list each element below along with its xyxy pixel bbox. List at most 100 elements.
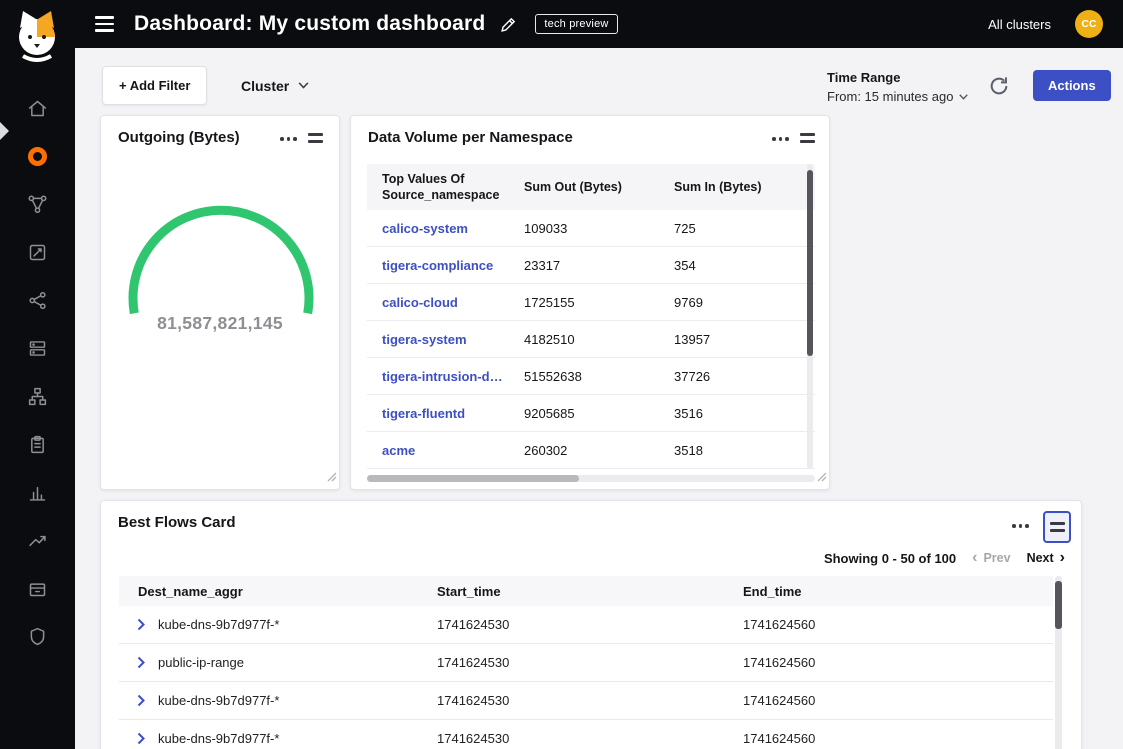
namespace-table: Top Values Of Source_namespace Sum Out (… [367,164,815,469]
column-header: Start_time [437,584,743,599]
app-logo-cat-icon [9,6,65,71]
end-time: 1741624560 [743,693,1053,708]
expand-row-icon[interactable] [137,694,145,707]
table-row: calico-cloud 1725155 9769 [367,284,815,321]
drag-handle-icon[interactable] [800,133,815,143]
sidebar-nav [0,84,75,660]
table-row: acme 260302 3518 [367,432,815,469]
horizontal-scrollbar [367,475,815,482]
sidebar-item-service-graph[interactable] [0,180,75,228]
scrollbar-thumb[interactable] [807,170,813,356]
sidebar-item-dashboards[interactable] [0,132,75,180]
sum-out-value: 109033 [524,221,674,236]
edit-dashboard-icon[interactable] [500,16,517,33]
column-header: Sum In (Bytes) [674,179,815,195]
sidebar-item-policies[interactable] [0,228,75,276]
tech-preview-badge: tech preview [535,14,617,34]
dest-name: kube-dns-9b7d977f-* [158,617,279,632]
drag-handle-icon[interactable] [308,133,323,143]
resize-grip[interactable] [817,469,827,487]
table-row: kube-dns-9b7d977f-* 1741624530 174162456… [119,606,1053,644]
column-header: Top Values Of Source_namespace [382,171,524,204]
namespace-link[interactable]: calico-system [382,221,524,236]
namespace-link[interactable]: calico-cloud [382,295,524,310]
sum-in-value: 13957 [674,332,815,347]
bar-chart-icon [27,482,48,503]
app-root: Dashboard: My custom dashboard tech prev… [0,0,1123,749]
sum-out-value: 4182510 [524,332,674,347]
best-flows-card: Best Flows Card Showing 0 - 50 of 100 ‹ … [100,500,1082,749]
sidebar-item-endpoints[interactable] [0,324,75,372]
next-label: Next [1027,551,1054,565]
next-page-button[interactable]: Next › [1027,550,1065,566]
namespace-link[interactable]: tigera-intrusion-d… [382,369,524,384]
actions-button[interactable]: Actions [1033,70,1111,101]
drag-handle-focused[interactable] [1043,511,1071,543]
sidebar-item-apps[interactable] [0,564,75,612]
scrollbar-thumb[interactable] [367,475,579,482]
cluster-dropdown[interactable]: Cluster [233,66,317,105]
chevron-down-icon [298,82,309,89]
sum-in-value: 3516 [674,406,815,421]
storage-box-icon [27,578,48,599]
data-volume-card: Data Volume per Namespace Top Values Of … [350,115,830,490]
start-time: 1741624530 [437,731,743,746]
sum-out-value: 260302 [524,443,674,458]
avatar[interactable]: CC [1075,10,1103,38]
sum-in-value: 37726 [674,369,815,384]
showing-label: Showing 0 - 50 of 100 [824,551,956,566]
chevron-down-icon [959,94,968,100]
home-icon [27,98,48,119]
refresh-icon[interactable] [988,75,1010,102]
expand-row-icon[interactable] [137,618,145,631]
drag-handle-icon [1050,522,1065,532]
resize-grip[interactable] [327,469,337,487]
card-menu-icon[interactable] [1012,524,1029,528]
shield-icon [27,626,48,647]
sidebar-item-network-sets[interactable] [0,372,75,420]
policies-icon [27,242,48,263]
sidebar [0,0,75,749]
sidebar-item-compliance[interactable] [0,420,75,468]
menu-icon[interactable] [95,16,114,31]
add-filter-button[interactable]: + Add Filter [102,66,207,105]
outgoing-bytes-card: Outgoing (Bytes) 81,587,821,145 [100,115,340,490]
table-row: tigera-compliance 23317 354 [367,247,815,284]
sum-in-value: 3518 [674,443,815,458]
sum-in-value: 354 [674,258,815,273]
sum-out-value: 9205685 [524,406,674,421]
pagination: Showing 0 - 50 of 100 ‹ Prev Next › [824,550,1065,566]
scrollbar-thumb[interactable] [1055,581,1062,629]
namespace-link[interactable]: tigera-fluentd [382,406,524,421]
time-range-dropdown[interactable]: From: 15 minutes ago [827,89,997,104]
namespace-link[interactable]: tigera-system [382,332,524,347]
chevron-left-icon: ‹ [972,550,977,566]
namespace-link[interactable]: tigera-compliance [382,258,524,273]
table-row: calico-system 109033 725 [367,210,815,247]
sum-out-value: 51552638 [524,369,674,384]
sidebar-item-home[interactable] [0,84,75,132]
start-time: 1741624530 [437,693,743,708]
prev-page-button[interactable]: ‹ Prev [972,550,1010,566]
expand-row-icon[interactable] [137,656,145,669]
sum-in-value: 725 [674,221,815,236]
sidebar-item-security[interactable] [0,612,75,660]
start-time: 1741624530 [437,655,743,670]
end-time: 1741624560 [743,731,1053,746]
table-row: tigera-fluentd 9205685 3516 [367,395,815,432]
card-menu-icon[interactable] [772,137,789,141]
page-title: Dashboard: My custom dashboard [134,12,485,36]
end-time: 1741624560 [743,655,1053,670]
topbar-right: All clusters CC [988,10,1123,38]
sidebar-item-nodes[interactable] [0,276,75,324]
dest-name: public-ip-range [158,655,244,670]
vertical-scrollbar [1055,576,1062,749]
expand-row-icon[interactable] [137,732,145,745]
card-menu-icon[interactable] [280,137,297,141]
endpoints-icon [27,338,48,359]
column-header: Dest_name_aggr [119,584,437,599]
all-clusters-selector[interactable]: All clusters [988,17,1051,32]
sidebar-item-trends[interactable] [0,516,75,564]
sidebar-item-flow-logs[interactable] [0,468,75,516]
namespace-link[interactable]: acme [382,443,524,458]
